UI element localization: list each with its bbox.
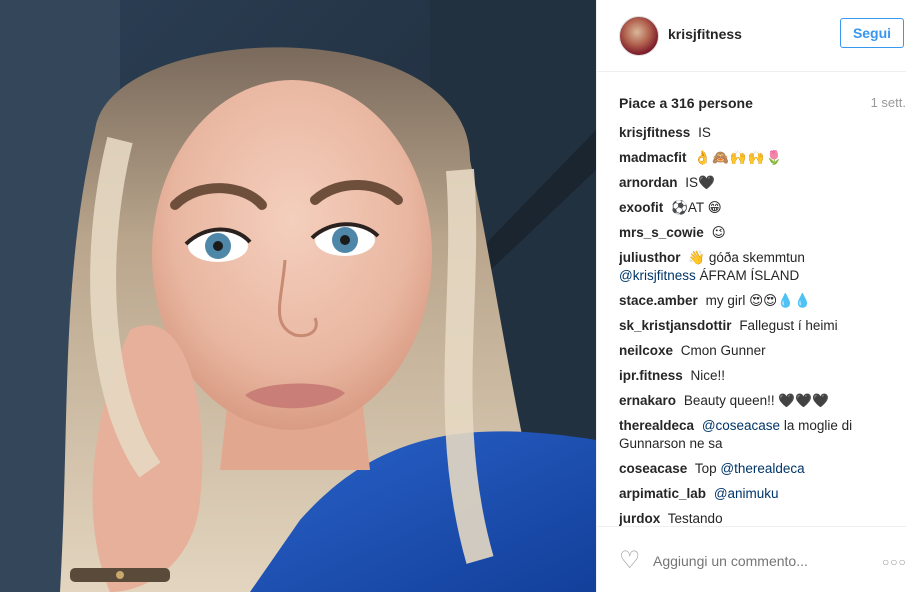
- comment-item: neilcoxe Cmon Gunner: [619, 342, 904, 360]
- comment-item: therealdeca @coseacase la moglie di Gunn…: [619, 417, 904, 453]
- comment-item: juliusthor 👋 góða skemmtun @krisjfitness…: [619, 249, 904, 285]
- comment-item: madmacfit 👌🙈🙌🙌🌷: [619, 149, 904, 167]
- comments-list: krisjfitness IS madmacfit 👌🙈🙌🙌🌷 arnordan…: [619, 124, 904, 526]
- comment-text: Cmon Gunner: [680, 343, 766, 358]
- comment-username[interactable]: mrs_s_cowie: [619, 225, 704, 240]
- comment-username[interactable]: coseacase: [619, 461, 687, 476]
- comment-text: Top: [694, 461, 721, 476]
- comment-item: ernakaro Beauty queen!! 🖤🖤🖤: [619, 392, 904, 410]
- comment-item: arnordan IS🖤: [619, 174, 904, 192]
- comment-mention[interactable]: @animuku: [714, 486, 779, 501]
- comment-username[interactable]: stace.amber: [619, 293, 698, 308]
- post-details-panel: krisjfitness Segui Piace a 316 persone 1…: [596, 0, 906, 592]
- instagram-post-view: krisjfitness Segui Piace a 316 persone 1…: [0, 0, 906, 592]
- comment-username[interactable]: arnordan: [619, 175, 678, 190]
- user-avatar[interactable]: [619, 16, 659, 56]
- comment-username[interactable]: exoofit: [619, 200, 663, 215]
- comment-username[interactable]: arpimatic_lab: [619, 486, 706, 501]
- comment-item: sk_kristjansdottir Fallegust í heimi: [619, 317, 904, 335]
- comment-item: arpimatic_lab @animuku: [619, 485, 904, 503]
- comment-item: exoofit ⚽AT 😁: [619, 199, 904, 217]
- comment-text: Fallegust í heimi: [739, 318, 838, 333]
- comment-mention[interactable]: @coseacase: [702, 418, 780, 433]
- comment-item: coseacase Top @therealdeca: [619, 460, 904, 478]
- comment-text-continued: ÁFRAM ÍSLAND: [695, 268, 800, 283]
- comment-item: stace.amber my girl 😍😍💧💧: [619, 292, 904, 310]
- comment-item: mrs_s_cowie 😉: [619, 224, 904, 242]
- likes-count[interactable]: Piace a 316 persone: [619, 95, 753, 111]
- comment-username[interactable]: juliusthor: [619, 250, 681, 265]
- comment-text: IS: [698, 125, 711, 140]
- heart-icon[interactable]: ♡: [619, 549, 643, 573]
- comment-text: ⚽AT 😁: [671, 200, 722, 215]
- comment-item: krisjfitness IS: [619, 124, 904, 142]
- post-header: krisjfitness Segui: [597, 0, 906, 72]
- comment-item: ipr.fitness Nice!!: [619, 367, 904, 385]
- comment-text: 😉: [711, 225, 726, 240]
- post-timestamp[interactable]: 1 sett.: [866, 95, 906, 110]
- comment-username[interactable]: madmacfit: [619, 150, 687, 165]
- comment-text: 👋 góða skemmtun: [688, 250, 805, 265]
- comment-username[interactable]: sk_kristjansdottir: [619, 318, 732, 333]
- comment-username[interactable]: neilcoxe: [619, 343, 673, 358]
- comment-username[interactable]: jurdox: [619, 511, 660, 526]
- photo-illustration: [0, 0, 596, 592]
- comment-item: jurdox Testando: [619, 510, 904, 526]
- add-comment-input[interactable]: [653, 553, 833, 569]
- comment-mention[interactable]: @krisjfitness: [619, 268, 696, 283]
- comment-username[interactable]: ipr.fitness: [619, 368, 683, 383]
- comment-username[interactable]: ernakaro: [619, 393, 676, 408]
- comment-text: IS🖤: [685, 175, 715, 190]
- comment-footer: ♡ ○○○: [597, 526, 906, 593]
- comment-text: Nice!!: [690, 368, 726, 383]
- more-options-icon[interactable]: ○○○: [882, 555, 906, 569]
- comment-mention[interactable]: @therealdeca: [720, 461, 804, 476]
- comment-text: my girl 😍😍💧💧: [705, 293, 811, 308]
- comment-username[interactable]: therealdeca: [619, 418, 694, 433]
- comment-text: 👌🙈🙌🙌🌷: [694, 150, 784, 165]
- comment-text: Testando: [667, 511, 723, 526]
- follow-button[interactable]: Segui: [840, 18, 904, 48]
- post-username[interactable]: krisjfitness: [668, 26, 742, 42]
- comment-username[interactable]: krisjfitness: [619, 125, 690, 140]
- post-photo[interactable]: [0, 0, 596, 592]
- comment-text: Beauty queen!! 🖤🖤🖤: [683, 393, 829, 408]
